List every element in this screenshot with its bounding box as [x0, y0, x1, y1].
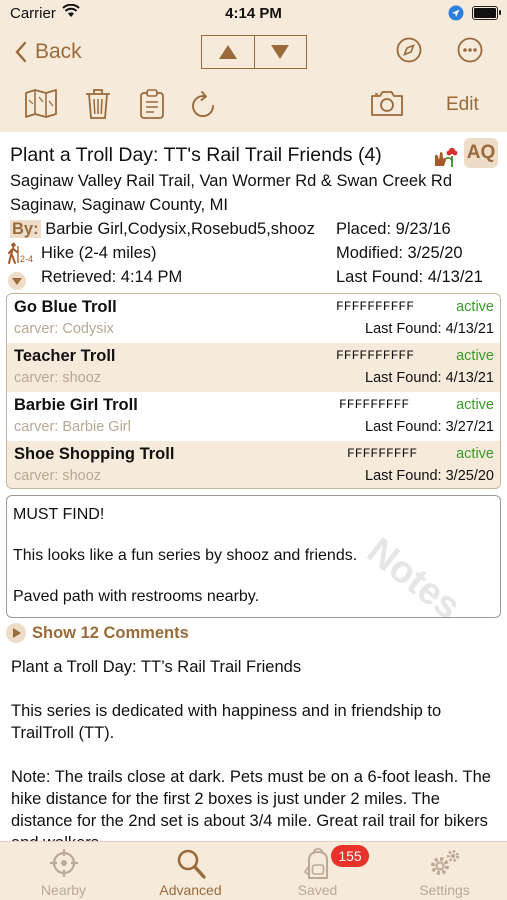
notes-line: This looks like a fun series by shooz an…: [13, 547, 358, 564]
letterbox-title: Plant a Troll Day: TT's Rail Trail Frien…: [10, 144, 382, 166]
description-paragraph: This series is dedicated with happiness …: [11, 702, 442, 742]
status-bar: Carrier 4:14 PM: [0, 0, 507, 28]
camera-icon: [371, 91, 403, 116]
tab-bar: Nearby Advanced Saved Settings: [0, 841, 507, 900]
show-comments-button[interactable]: Show 12 Comments: [6, 623, 189, 643]
last-found-date: Last Found: 4/13/21: [336, 268, 483, 286]
compass-button[interactable]: [396, 37, 422, 68]
box-row[interactable]: Shoe Shopping Troll carver: shooz FFFFFF…: [7, 441, 500, 488]
map-button[interactable]: [24, 88, 58, 123]
back-button[interactable]: Back: [14, 40, 82, 64]
camera-button[interactable]: [370, 88, 404, 123]
trash-icon: [86, 89, 110, 119]
notes-line: MUST FIND!: [13, 506, 105, 523]
previous-next-control: [201, 35, 307, 69]
back-label: Back: [35, 40, 82, 63]
edit-button[interactable]: Edit: [446, 94, 479, 116]
box-status: active: [456, 348, 494, 364]
location-line-1: Saginaw Valley Rail Trail, Van Wormer Rd…: [10, 172, 453, 190]
box-row[interactable]: Barbie Girl Troll carver: Barbie Girl FF…: [7, 392, 500, 441]
delete-button[interactable]: [84, 88, 112, 125]
box-carver: carver: shooz: [14, 370, 102, 386]
box-name: Shoe Shopping Troll: [14, 445, 175, 463]
triangle-right-icon: [6, 623, 26, 643]
compass-icon: [396, 37, 422, 63]
box-carver: carver: Codysix: [14, 321, 114, 337]
tab-label: Saved: [297, 882, 338, 898]
flower-hand-icon: [432, 144, 460, 173]
battery-icon: [472, 6, 501, 20]
hike-difficulty-label: 2-4: [20, 254, 33, 264]
triangle-down-icon: [271, 45, 290, 59]
box-code: FFFFFFFFFF: [336, 299, 415, 314]
box-last-found: Last Found: 4/13/21: [365, 321, 494, 337]
clock: 4:14 PM: [225, 5, 282, 22]
modified-date: Modified: 3/25/20: [336, 244, 463, 262]
saved-count-badge: 155: [331, 845, 369, 867]
tab-label: Advanced: [159, 882, 222, 898]
box-row[interactable]: Teacher Troll carver: shooz FFFFFFFFFF a…: [7, 343, 500, 392]
navigation-bar: Back: [0, 28, 507, 80]
box-list: Go Blue Troll carver: Codysix FFFFFFFFFF…: [6, 293, 501, 489]
more-button[interactable]: [457, 37, 483, 68]
notes-line: Paved path with restrooms nearby.: [13, 588, 260, 605]
refresh-button[interactable]: [189, 88, 217, 125]
box-last-found: Last Found: 3/25/20: [365, 468, 494, 484]
gears-icon: [430, 850, 459, 875]
description-paragraph: Plant a Troll Day: TT’s Rail Trail Frien…: [11, 658, 302, 676]
show-comments-label: Show 12 Comments: [32, 623, 189, 642]
box-carver: carver: shooz: [14, 468, 102, 484]
box-status: active: [456, 397, 494, 413]
box-code: FFFFFFFFFF: [336, 348, 415, 363]
chevron-left-icon: [15, 41, 27, 63]
placed-by-row: By: Barbie Girl,Codysix,Rosebud5,shooz: [10, 220, 315, 239]
notes-watermark: Notes: [359, 530, 469, 618]
hiker-icon: 2-4: [8, 242, 38, 269]
triangle-up-icon: [218, 45, 237, 59]
tab-settings[interactable]: Settings: [381, 842, 507, 900]
notes-panel[interactable]: Notes MUST FIND! This looks like a fun s…: [6, 495, 501, 618]
tab-label: Nearby: [40, 882, 87, 898]
triangle-down-icon: [12, 278, 22, 285]
by-label: By:: [10, 220, 41, 238]
aq-badge[interactable]: AQ: [464, 138, 498, 168]
box-row[interactable]: Go Blue Troll carver: Codysix FFFFFFFFFF…: [7, 294, 500, 343]
box-name: Teacher Troll: [14, 347, 116, 365]
refresh-icon: [192, 91, 214, 118]
tab-advanced[interactable]: Advanced: [127, 842, 254, 900]
box-status: active: [456, 446, 494, 462]
box-carver: carver: Barbie Girl: [14, 419, 131, 435]
previous-button[interactable]: [202, 36, 254, 68]
crosshair-icon: [49, 849, 78, 877]
magnifier-icon: [177, 849, 206, 879]
tab-nearby[interactable]: Nearby: [0, 842, 127, 900]
next-button[interactable]: [253, 36, 307, 68]
ellipsis-circle-icon: [457, 37, 483, 63]
location-line-2: Saginaw, Saginaw County, MI: [10, 196, 228, 214]
map-icon: [25, 89, 57, 118]
box-last-found: Last Found: 4/13/21: [365, 370, 494, 386]
backpack-icon: [303, 848, 328, 879]
detail-content: Plant a Troll Day: TT's Rail Trail Frien…: [0, 132, 507, 841]
clipboard-icon: [140, 89, 164, 119]
planters-link[interactable]: Barbie Girl,Codysix,Rosebud5,shooz: [45, 220, 315, 238]
box-name: Barbie Girl Troll: [14, 396, 138, 414]
box-name: Go Blue Troll: [14, 298, 117, 316]
collapse-toggle[interactable]: [8, 272, 26, 290]
box-status: active: [456, 299, 494, 315]
box-last-found: Last Found: 3/27/21: [365, 419, 494, 435]
log-button[interactable]: [139, 88, 165, 125]
box-code: FFFFFFFFF: [347, 446, 418, 461]
tab-label: Settings: [419, 882, 470, 898]
location-services-icon: [448, 5, 464, 25]
description-paragraph: Note: The trails close at dark. Pets mus…: [11, 768, 491, 841]
clue-description: Plant a Troll Day: TT’s Rail Trail Frien…: [11, 656, 495, 841]
toolbar: Edit: [0, 80, 507, 132]
box-code: FFFFFFFFF: [339, 397, 410, 412]
placed-date: Placed: 9/23/16: [336, 220, 451, 238]
retrieved-time: Retrieved: 4:14 PM: [41, 268, 183, 286]
hike-distance: Hike (2-4 miles): [41, 244, 157, 262]
